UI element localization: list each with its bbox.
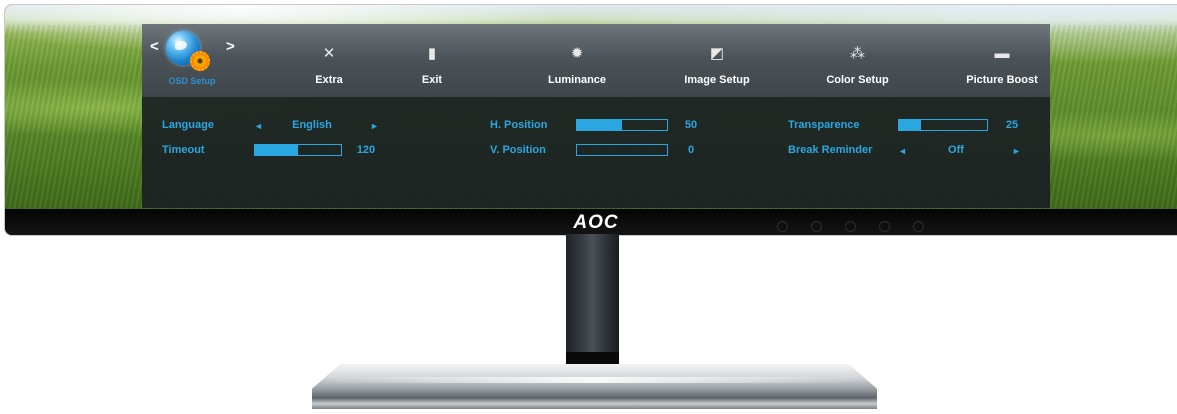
tab-color-setup[interactable]: ⁂ Color Setup bbox=[810, 24, 905, 97]
tools-icon: ✕ bbox=[322, 45, 336, 62]
tab-label-luminance: Luminance bbox=[547, 74, 607, 86]
tab-image-setup[interactable]: ◩ Image Setup bbox=[667, 24, 767, 97]
tab-exit[interactable]: ▮ Exit bbox=[392, 24, 472, 97]
osd-menu: < > OSD Setup ✕ Extra ▮ Exit ✹ Luminance bbox=[142, 24, 1050, 208]
monitor-stand-base bbox=[312, 364, 877, 409]
h-position-label: H. Position bbox=[490, 119, 548, 131]
language-right-arrow[interactable]: ► bbox=[370, 121, 379, 131]
tab-label-exit: Exit bbox=[421, 74, 443, 86]
break-reminder-right-arrow[interactable]: ► bbox=[1012, 146, 1021, 156]
h-position-slider-fill bbox=[577, 120, 622, 130]
picture-boost-icon: ▬ bbox=[994, 45, 1010, 62]
tab-osd-setup[interactable]: < > OSD Setup bbox=[142, 24, 242, 97]
gear-icon bbox=[190, 51, 210, 71]
monitor-bezel: AOC bbox=[5, 209, 1177, 235]
tab-picture-boost[interactable]: ▬ Picture Boost bbox=[954, 24, 1050, 97]
h-position-value: 50 bbox=[684, 119, 698, 131]
bezel-key-power[interactable] bbox=[913, 221, 924, 232]
timeout-slider[interactable] bbox=[254, 144, 342, 156]
h-position-slider[interactable] bbox=[576, 119, 668, 131]
tab-next-arrow[interactable]: > bbox=[226, 38, 235, 55]
break-reminder-label: Break Reminder bbox=[788, 144, 873, 156]
monitor: < > OSD Setup ✕ Extra ▮ Exit ✹ Luminance bbox=[4, 4, 1177, 236]
break-reminder-value: Off bbox=[948, 144, 964, 156]
tab-extra[interactable]: ✕ Extra bbox=[289, 24, 369, 97]
tab-label-image-setup: Image Setup bbox=[684, 74, 750, 86]
transparence-slider[interactable] bbox=[898, 119, 988, 131]
timeout-value: 120 bbox=[356, 144, 376, 156]
bezel-key-menu[interactable] bbox=[879, 221, 890, 232]
v-position-label: V. Position bbox=[490, 144, 546, 156]
tab-label-picture-boost: Picture Boost bbox=[966, 74, 1038, 86]
color-dots-icon: ⁂ bbox=[850, 45, 865, 62]
v-position-value: 0 bbox=[687, 144, 695, 156]
tab-label-osd-setup: OSD Setup bbox=[168, 76, 216, 86]
monitor-stand-base-highlight bbox=[330, 377, 855, 383]
osd-settings-panel: Language ◄ English ► Timeout 120 H. Posi… bbox=[142, 97, 1050, 208]
v-position-slider[interactable] bbox=[576, 144, 668, 156]
language-value: English bbox=[292, 119, 332, 131]
break-reminder-left-arrow[interactable]: ◄ bbox=[898, 146, 907, 156]
transparence-label: Transparence bbox=[788, 119, 860, 131]
transparence-value: 25 bbox=[1005, 119, 1019, 131]
tab-prev-arrow[interactable]: < bbox=[150, 38, 159, 55]
image-setup-icon: ◩ bbox=[709, 45, 725, 62]
tab-label-extra: Extra bbox=[315, 74, 343, 86]
transparence-slider-fill bbox=[899, 120, 921, 130]
brightness-icon: ✹ bbox=[570, 45, 584, 62]
brand-logo: AOC bbox=[573, 212, 619, 233]
timeout-label: Timeout bbox=[162, 144, 205, 156]
bezel-key-source[interactable] bbox=[777, 221, 788, 232]
bezel-key-left[interactable] bbox=[811, 221, 822, 232]
language-label: Language bbox=[162, 119, 214, 131]
tab-label-color-setup: Color Setup bbox=[826, 74, 889, 86]
monitor-screen: < > OSD Setup ✕ Extra ▮ Exit ✹ Luminance bbox=[5, 5, 1177, 209]
timeout-slider-fill bbox=[255, 145, 298, 155]
osd-tab-bar: < > OSD Setup ✕ Extra ▮ Exit ✹ Luminance bbox=[142, 24, 1050, 97]
tab-luminance[interactable]: ✹ Luminance bbox=[532, 24, 622, 97]
bezel-key-right[interactable] bbox=[845, 221, 856, 232]
exit-door-icon: ▮ bbox=[427, 45, 437, 62]
language-left-arrow[interactable]: ◄ bbox=[254, 121, 263, 131]
